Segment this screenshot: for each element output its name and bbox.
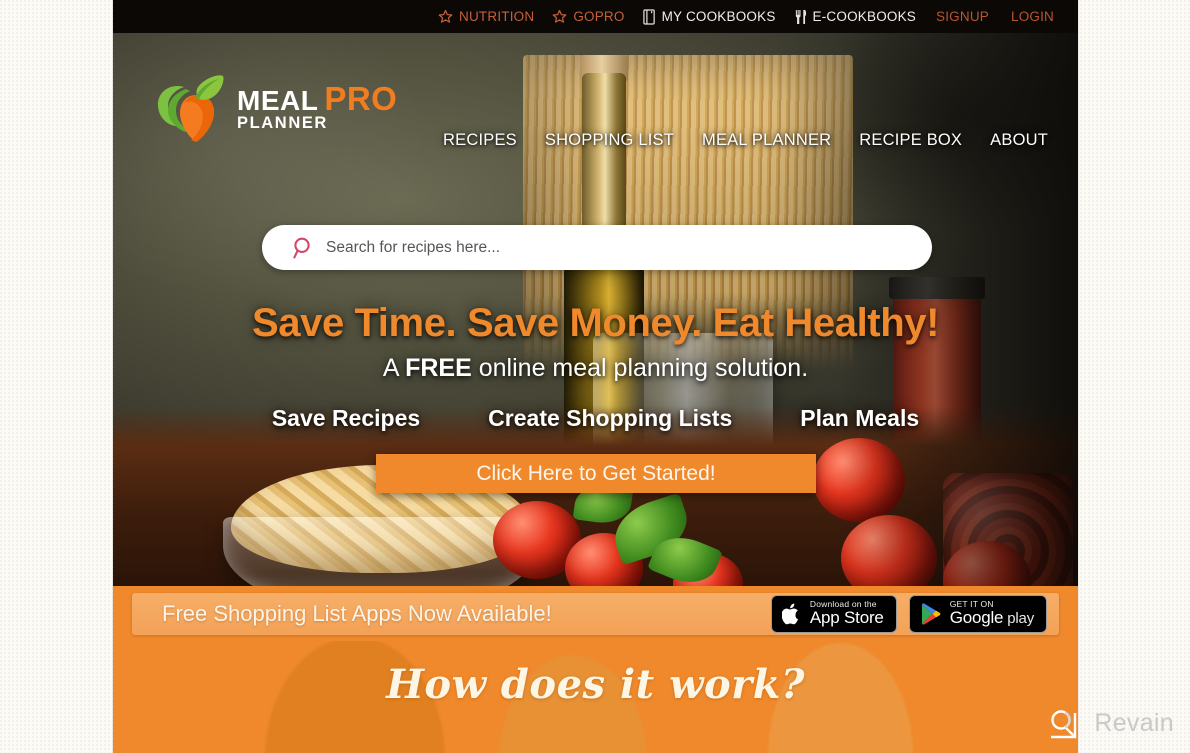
book-icon bbox=[642, 8, 656, 25]
subhead-free: FREE bbox=[405, 354, 472, 382]
star-icon bbox=[438, 9, 453, 24]
subhead-after: online meal planning solution. bbox=[471, 354, 809, 382]
hero-feature-links: Save Recipes Create Shopping Lists Plan … bbox=[113, 405, 1078, 432]
main-navigation: RECIPES SHOPPING LIST MEAL PLANNER RECIP… bbox=[443, 131, 1048, 150]
topbar-item-my-cookbooks[interactable]: MY COOKBOOKS bbox=[634, 8, 785, 25]
topbar-item-login[interactable]: LOGIN bbox=[1000, 9, 1065, 24]
how-it-works-title: How does it work? bbox=[386, 661, 805, 708]
subhead-before: A bbox=[382, 354, 406, 382]
how-it-works-section: How does it work? bbox=[113, 641, 1078, 753]
hero-subheadline: A FREE online meal planning solution. bbox=[113, 354, 1078, 383]
revain-watermark-text: Revain bbox=[1094, 708, 1174, 737]
nav-item-recipe-box[interactable]: RECIPE BOX bbox=[859, 131, 962, 150]
topbar-item-label: SIGNUP bbox=[936, 9, 989, 24]
topbar-item-label: MY COOKBOOKS bbox=[661, 9, 776, 24]
nav-item-meal-planner[interactable]: MEAL PLANNER bbox=[702, 131, 831, 150]
topbar-item-label: E-COOKBOOKS bbox=[812, 9, 917, 24]
app-store-badges: Download on the App Store GET IT ON Goog… bbox=[770, 594, 1047, 633]
logo-wordmark: MEAL PRO PLANNER bbox=[237, 79, 398, 132]
topbar-item-label: LOGIN bbox=[1010, 9, 1054, 24]
nav-item-shopping-list[interactable]: SHOPPING LIST bbox=[545, 131, 674, 150]
search-icon bbox=[292, 236, 314, 260]
topbar-item-label: NUTRITION bbox=[459, 9, 535, 24]
google-play-icon bbox=[920, 602, 942, 626]
feature-link-save-recipes[interactable]: Save Recipes bbox=[272, 405, 420, 432]
website-viewport: NUTRITION GOPRO MY COOKBOOKS E-COOKBOOKS… bbox=[113, 0, 1078, 753]
get-started-button[interactable]: Click Here to Get Started! bbox=[376, 454, 816, 493]
top-utility-bar: NUTRITION GOPRO MY COOKBOOKS E-COOKBOOKS… bbox=[113, 0, 1078, 33]
hero-headline: Save Time. Save Money. Eat Healthy! bbox=[251, 301, 940, 345]
logo-leaf-apple-icon bbox=[154, 73, 228, 143]
google-play-word-play: play bbox=[1003, 610, 1034, 628]
app-promo-inner: Free Shopping List Apps Now Available! D… bbox=[132, 592, 1059, 635]
search-bar[interactable] bbox=[262, 225, 932, 270]
logo-planner-text: PLANNER bbox=[237, 113, 328, 132]
revain-logo-icon bbox=[1045, 703, 1085, 743]
app-promo-text: Free Shopping List Apps Now Available! bbox=[162, 600, 552, 626]
google-play-badge-text: GET IT ON Google play bbox=[949, 600, 1035, 628]
app-promo-band: Free Shopping List Apps Now Available! D… bbox=[113, 586, 1078, 641]
logo-pro-text: PRO bbox=[324, 79, 398, 117]
cutlery-icon bbox=[794, 9, 807, 25]
topbar-item-gopro[interactable]: GOPRO bbox=[543, 9, 633, 24]
app-store-badge-text: Download on the App Store bbox=[810, 600, 884, 627]
app-store-badge-big: App Store bbox=[809, 608, 884, 628]
revain-watermark: Revain bbox=[1045, 703, 1174, 743]
feature-link-plan-meals[interactable]: Plan Meals bbox=[800, 405, 919, 432]
hero-section: MEAL PRO PLANNER RECIPES SHOPPING LIST M… bbox=[113, 33, 1078, 586]
google-play-word-google: Google bbox=[949, 608, 1004, 628]
apple-icon bbox=[781, 602, 802, 626]
feature-link-create-shopping-lists[interactable]: Create Shopping Lists bbox=[488, 405, 732, 432]
topbar-item-nutrition[interactable]: NUTRITION bbox=[429, 9, 543, 24]
nav-item-about[interactable]: ABOUT bbox=[990, 131, 1048, 150]
search-input[interactable] bbox=[326, 238, 912, 257]
app-store-badge[interactable]: Download on the App Store bbox=[770, 594, 897, 633]
nav-item-recipes[interactable]: RECIPES bbox=[443, 131, 517, 150]
site-logo[interactable]: MEAL PRO PLANNER bbox=[154, 73, 397, 143]
google-play-badge[interactable]: GET IT ON Google play bbox=[908, 594, 1047, 633]
topbar-item-e-cookbooks[interactable]: E-COOKBOOKS bbox=[785, 9, 925, 25]
star-icon bbox=[552, 9, 567, 24]
topbar-item-signup[interactable]: SIGNUP bbox=[925, 9, 1000, 24]
logo-meal-text: MEAL bbox=[237, 84, 319, 116]
google-play-badge-big: Google play bbox=[949, 608, 1035, 628]
topbar-item-label: GOPRO bbox=[573, 9, 625, 24]
